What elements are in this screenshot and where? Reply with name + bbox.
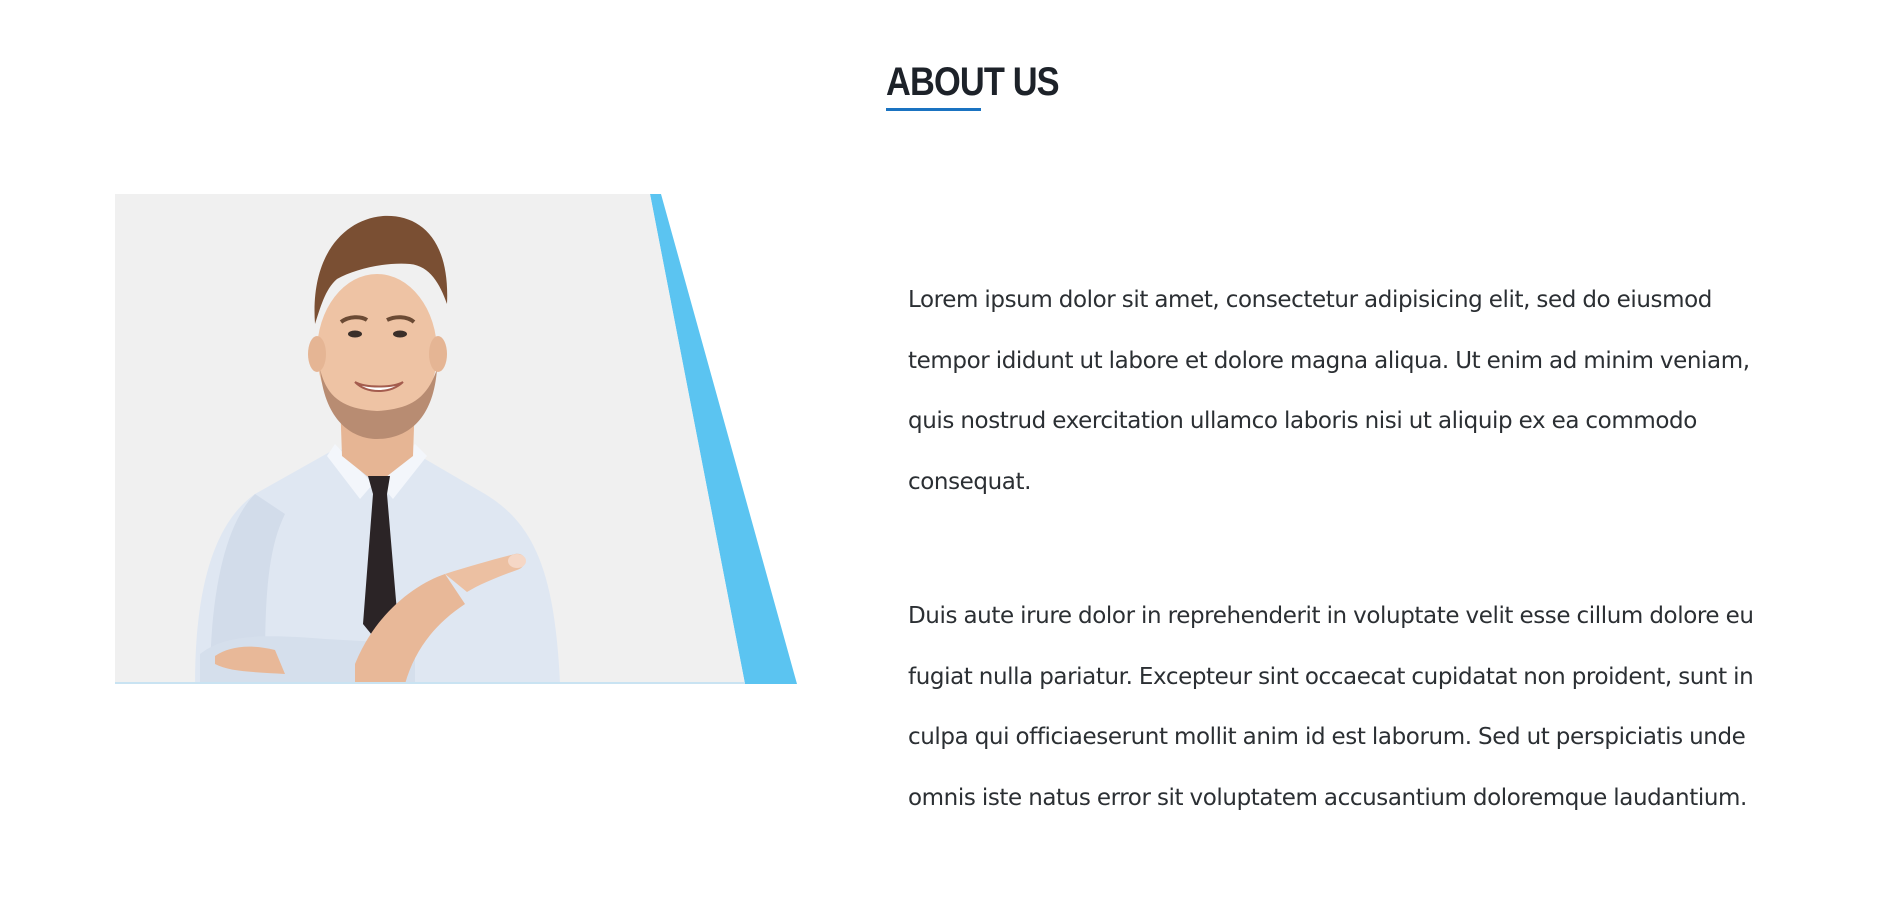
about-paragraph-2: Duis aute irure dolor in reprehenderit i… [908, 603, 1754, 811]
heading-underline [886, 108, 981, 111]
about-paragraph-1: Lorem ipsum dolor sit amet, consectetur … [908, 287, 1750, 495]
section-heading: ABOUT US [886, 60, 1060, 104]
about-text: Lorem ipsum dolor sit amet, consectetur … [908, 270, 1788, 828]
about-section: ABOUT US Lorem ipsum dolor sit amet, con… [0, 0, 1899, 919]
about-image [115, 194, 797, 684]
